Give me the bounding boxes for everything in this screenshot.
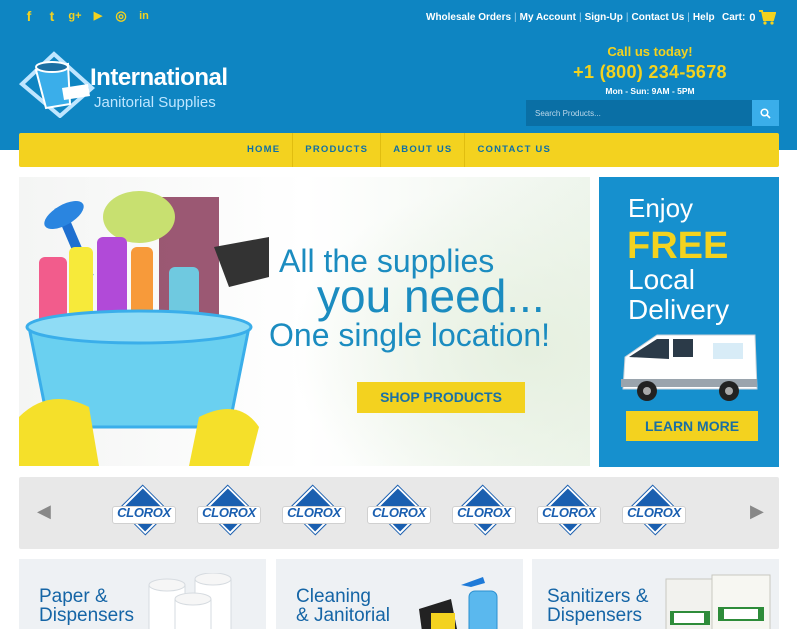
brand-name: CLOROX: [287, 505, 341, 520]
sign-up-link[interactable]: Sign-Up: [585, 12, 623, 23]
top-bar: f t g+ ▶ ◎ in Wholesale Orders | My Accoun…: [0, 0, 797, 34]
separator: |: [514, 12, 517, 23]
brand-name: CLOROX: [457, 505, 511, 520]
category-title-line2: Dispensers: [547, 605, 643, 626]
utility-links: Wholesale Orders | My Account | Sign-Up | Cont…: [426, 12, 715, 23]
separator: |: [625, 12, 629, 23]
carousel-next-icon[interactable]: ▶: [750, 501, 764, 522]
nav-products[interactable]: PRODUCTS: [292, 133, 380, 167]
brand-logo[interactable]: CLOROX: [110, 485, 178, 535]
help-link[interactable]: Help: [693, 12, 715, 23]
wholesale-orders-link[interactable]: Wholesale Orders: [426, 12, 511, 23]
brand-logo[interactable]: CLOROX: [365, 485, 433, 535]
cleaning-bucket-image: [19, 191, 269, 466]
hero-banner: All the supplies you need... One single …: [19, 177, 590, 466]
category-title: Paper & Dispensers: [39, 587, 134, 625]
category-title-line2: & Janitorial: [296, 605, 390, 626]
learn-more-button[interactable]: LEARN MORE: [626, 411, 758, 441]
category-cleaning-janitorial[interactable]: Cleaning & Janitorial: [276, 559, 523, 629]
contact-us-link[interactable]: Contact Us: [632, 12, 685, 23]
phone-number[interactable]: +1 (800) 234-5678: [560, 62, 740, 83]
logo-subtitle: Janitorial Supplies: [94, 94, 216, 111]
separator: |: [687, 12, 690, 23]
paper-towel-rolls-image: [148, 573, 232, 629]
main-nav: HOME PRODUCTS ABOUT US CONTACT US: [19, 133, 779, 167]
site-logo[interactable]: International Janitorial Supplies: [18, 48, 258, 118]
bucket-logo-icon: [18, 51, 96, 118]
logo-title: International: [90, 64, 228, 91]
category-title-line1: Sanitizers &: [547, 586, 649, 607]
shop-products-button[interactable]: SHOP PRODUCTS: [357, 382, 525, 413]
youtube-icon[interactable]: ▶: [91, 8, 105, 24]
promo-enjoy: Enjoy: [628, 193, 694, 223]
brand-name: CLOROX: [372, 505, 426, 520]
linkedin-icon[interactable]: in: [137, 8, 151, 24]
free-delivery-banner: Enjoy FREE Local Delivery LEARN MORE: [599, 177, 779, 467]
brand-logo[interactable]: CLOROX: [620, 485, 688, 535]
instagram-icon[interactable]: ◎: [114, 8, 128, 24]
promo-free: FREE: [627, 225, 729, 267]
search-bar: [526, 100, 779, 126]
hero-headline-2: you need...: [317, 270, 545, 322]
brand-logo[interactable]: CLOROX: [195, 485, 263, 535]
category-title-line2: Dispensers: [39, 605, 135, 626]
carousel-prev-icon[interactable]: ◀: [37, 501, 51, 522]
brand-carousel: ◀ CLOROX CLOROX CLOROX CLOROX CLOROX CLO…: [19, 477, 779, 549]
brand-logo[interactable]: CLOROX: [535, 485, 603, 535]
nav-about-us[interactable]: ABOUT US: [380, 133, 464, 167]
search-button[interactable]: [752, 100, 779, 126]
brand-logo[interactable]: CLOROX: [450, 485, 518, 535]
social-links: f t g+ ▶ ◎ in: [22, 8, 151, 24]
brand-name: CLOROX: [202, 505, 256, 520]
cart-count: 0: [749, 11, 756, 24]
brand-logos: CLOROX CLOROX CLOROX CLOROX CLOROX CLORO…: [110, 485, 688, 535]
category-title: Cleaning & Janitorial: [296, 587, 390, 625]
brand-name: CLOROX: [627, 505, 681, 520]
promo-delivery: Delivery: [628, 294, 730, 325]
separator: |: [578, 12, 582, 23]
search-input[interactable]: [526, 100, 752, 126]
call-us-block: Call us today! +1 (800) 234-5678 Mon - S…: [560, 44, 740, 96]
business-hours: Mon - Sun: 9AM - 5PM: [605, 86, 695, 96]
search-icon: [760, 107, 771, 119]
brand-name: CLOROX: [117, 505, 171, 520]
hero-headline-3: One single location!: [269, 317, 551, 353]
delivery-van-image: [621, 334, 758, 401]
cart-link[interactable]: Cart: 0: [722, 10, 777, 25]
nav-contact-us[interactable]: CONTACT US: [464, 133, 563, 167]
category-title-line1: Paper &: [39, 586, 108, 607]
sanitizer-boxes-image: [665, 574, 771, 629]
twitter-icon[interactable]: t: [45, 8, 59, 24]
shopping-cart-icon: [759, 10, 777, 25]
call-us-heading: Call us today!: [607, 44, 693, 59]
brand-name: CLOROX: [542, 505, 596, 520]
facebook-icon[interactable]: f: [22, 8, 36, 24]
cleaning-supplies-image: [419, 577, 498, 629]
promo-local-delivery: Local Delivery: [628, 265, 729, 325]
category-title: Sanitizers & Dispensers: [547, 587, 648, 625]
category-sanitizers-dispensers[interactable]: Sanitizers & Dispensers: [532, 559, 779, 629]
category-paper-dispensers[interactable]: Paper & Dispensers: [19, 559, 266, 629]
google-plus-icon[interactable]: g+: [68, 8, 82, 24]
cart-label: Cart:: [722, 12, 746, 23]
promo-local: Local: [628, 264, 695, 295]
nav-home[interactable]: HOME: [235, 133, 292, 167]
brand-logo[interactable]: CLOROX: [280, 485, 348, 535]
category-title-line1: Cleaning: [296, 586, 371, 607]
my-account-link[interactable]: My Account: [520, 12, 576, 23]
